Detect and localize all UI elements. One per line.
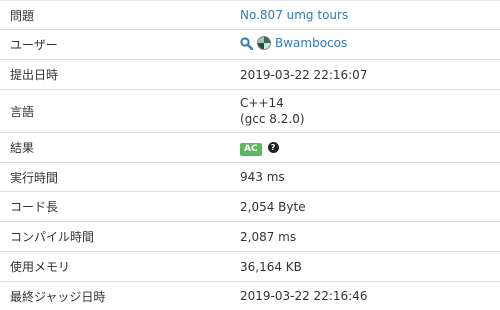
- label-result: 結果: [0, 133, 230, 163]
- row-problem: 問題 No.807 umg tours: [0, 1, 500, 30]
- label-user: ユーザー: [0, 30, 230, 60]
- label-code-length: コード長: [0, 192, 230, 222]
- value-compile-time: 2,087 ms: [230, 222, 500, 252]
- submission-info-table: 問題 No.807 umg tours ユーザー Bwambocos 提出日時 …: [0, 0, 500, 310]
- user-avatar[interactable]: [257, 36, 271, 50]
- row-submitted: 提出日時 2019-03-22 22:16:07: [0, 60, 500, 90]
- result-badge: AC: [240, 143, 262, 156]
- value-last-judge: 2019-03-22 22:16:46: [230, 282, 500, 310]
- help-icon[interactable]: ?: [268, 142, 279, 153]
- problem-link[interactable]: No.807 umg tours: [240, 8, 348, 22]
- value-memory: 36,164 KB: [230, 252, 500, 282]
- label-last-judge: 最終ジャッジ日時: [0, 282, 230, 310]
- row-exec-time: 実行時間 943 ms: [0, 163, 500, 192]
- search-icon[interactable]: [240, 37, 253, 50]
- row-language: 言語 C++14 (gcc 8.2.0): [0, 90, 500, 133]
- label-problem: 問題: [0, 1, 230, 30]
- value-compiler: (gcc 8.2.0): [240, 111, 500, 127]
- label-compile-time: コンパイル時間: [0, 222, 230, 252]
- row-memory: 使用メモリ 36,164 KB: [0, 252, 500, 282]
- label-memory: 使用メモリ: [0, 252, 230, 282]
- label-exec-time: 実行時間: [0, 163, 230, 192]
- value-submitted: 2019-03-22 22:16:07: [230, 60, 500, 90]
- label-submitted: 提出日時: [0, 60, 230, 90]
- value-code-length: 2,054 Byte: [230, 192, 500, 222]
- row-result: 結果 AC?: [0, 133, 500, 163]
- row-last-judge: 最終ジャッジ日時 2019-03-22 22:16:46: [0, 282, 500, 310]
- value-exec-time: 943 ms: [230, 163, 500, 192]
- value-language: C++14: [240, 95, 500, 111]
- label-language: 言語: [0, 90, 230, 133]
- row-user: ユーザー Bwambocos: [0, 30, 500, 60]
- user-link[interactable]: Bwambocos: [275, 36, 347, 50]
- row-code-length: コード長 2,054 Byte: [0, 192, 500, 222]
- row-compile-time: コンパイル時間 2,087 ms: [0, 222, 500, 252]
